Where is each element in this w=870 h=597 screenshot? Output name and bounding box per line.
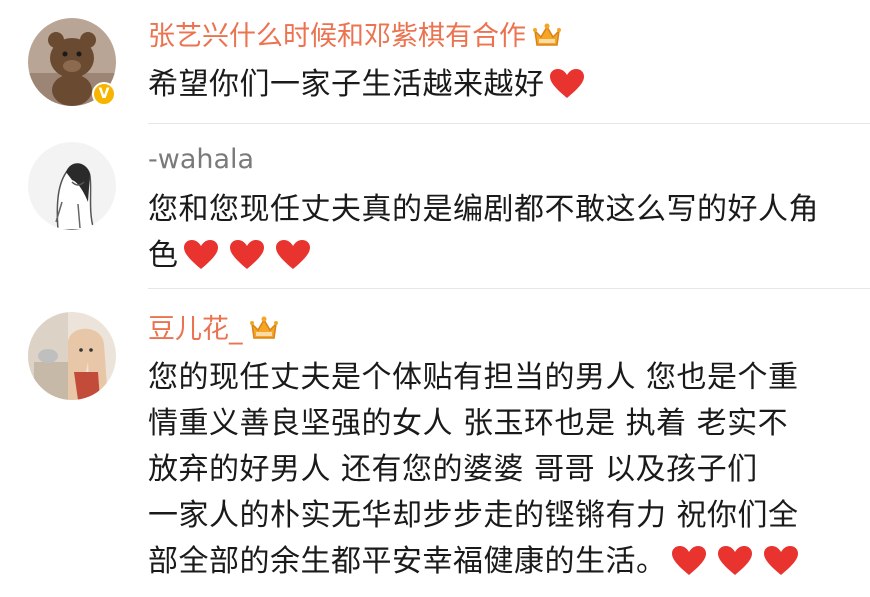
comment-text: 您的现任丈夫是个体贴有担当的男人 您也是个重 情重义善良坚强的女人 张玉环也是 …	[148, 355, 848, 591]
crown-icon	[249, 314, 279, 352]
heart-icon	[229, 239, 265, 285]
verified-icon: V	[92, 82, 116, 106]
comment-username[interactable]: 豆儿花_	[148, 312, 279, 352]
avatar[interactable]	[28, 312, 116, 400]
heart-icon	[183, 239, 219, 285]
comment-username[interactable]: -wahala	[148, 142, 254, 178]
comment-text: 您和您现任丈夫真的是编剧都不敢这么写的好人角 色	[148, 187, 848, 285]
heart-icon	[549, 68, 585, 114]
heart-icon	[671, 545, 707, 591]
divider	[148, 123, 870, 124]
divider	[148, 288, 870, 289]
comment-username[interactable]: 张艺兴什么时候和邓紫棋有合作	[148, 19, 562, 59]
heart-icon	[717, 545, 753, 591]
comment-text: 希望你们一家子生活越来越好	[148, 62, 848, 114]
heart-icon	[763, 545, 799, 591]
crown-icon	[532, 21, 562, 59]
heart-icon	[275, 239, 311, 285]
avatar[interactable]	[28, 142, 116, 230]
